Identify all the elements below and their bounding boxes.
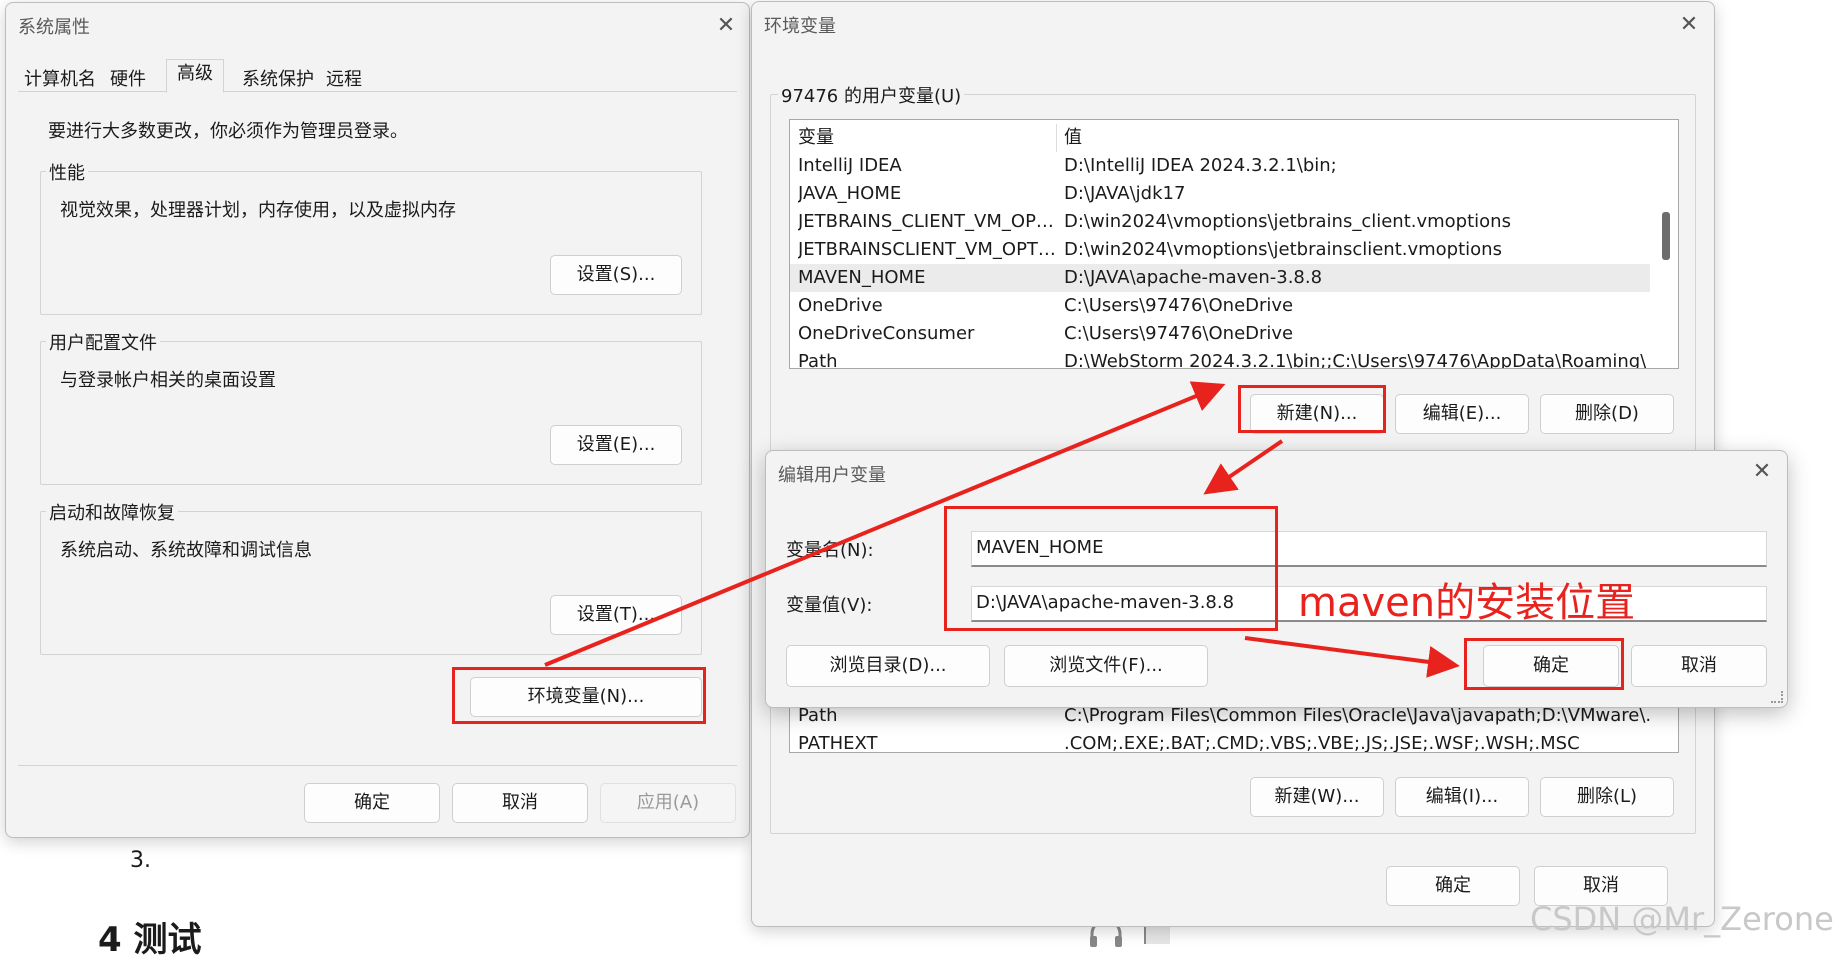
arrow-to-ok-button <box>1244 636 1460 678</box>
annotation-label: maven的安装位置 <box>1298 580 1636 626</box>
annotation-arrows <box>544 381 1460 678</box>
watermark: CSDN @Mr_Zerone <box>1530 900 1834 938</box>
arrow-to-new-button <box>544 381 1226 667</box>
arrow-to-dialog <box>1203 439 1284 495</box>
